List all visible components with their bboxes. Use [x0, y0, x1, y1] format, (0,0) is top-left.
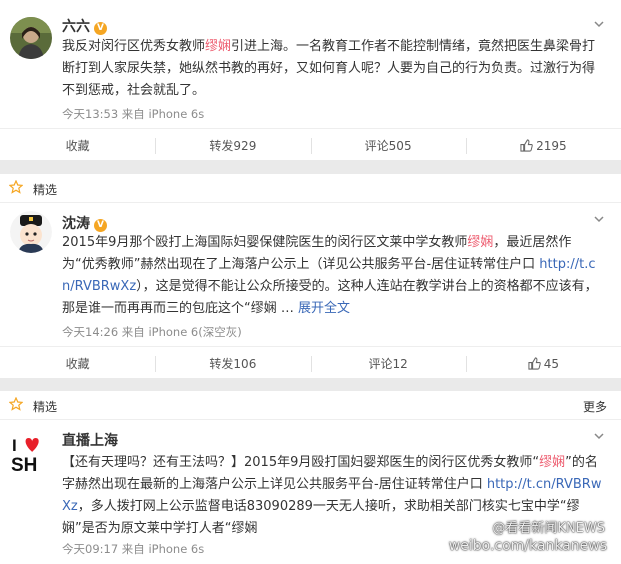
author-name-text[interactable]: 沈涛 [62, 216, 90, 232]
verified-badge-icon: V [94, 22, 107, 35]
post-text-segment: 2015年9月那个殴打上海国际妇婴保健院医生的闵行区文莱中学女教师 [62, 235, 468, 250]
author-name-text[interactable]: 直播上海 [62, 433, 118, 449]
highlighted-keyword[interactable]: 缪娴 [467, 235, 493, 250]
collect-button[interactable]: 收藏 [0, 129, 155, 162]
verified-badge-icon: V [94, 219, 107, 232]
post-text-segment: 【还有天理吗？还有王法吗？】2015年9月殴打国妇婴郑医生的闵行区优秀女教师“ [62, 455, 540, 470]
post-meta: 今天09:17 来自 iPhone 6s [62, 542, 205, 556]
collect-label: 收藏 [65, 357, 90, 371]
like-count: 2195 [536, 138, 567, 153]
post-text-segment: 我反对闵行区优秀女教师 [62, 39, 206, 54]
post-meta: 今天13:53 来自 iPhone 6s [62, 107, 205, 121]
watermark-handle: @看看新闻KNEWS [492, 521, 605, 536]
highlighted-keyword[interactable]: 缪娴 [539, 455, 565, 470]
post-actions: 收藏 转发106 评论12 45 [0, 346, 621, 380]
author-name-text[interactable]: 六六 [62, 19, 90, 35]
post-actions: 收藏 转发929 评论505 2195 [0, 128, 621, 162]
repost-label: 转发929 [209, 139, 257, 153]
author-name[interactable]: 六六 V [62, 16, 107, 36]
comment-label: 评论505 [364, 139, 412, 153]
comment-button[interactable]: 评论505 [310, 129, 466, 162]
i-love-sh-logo: I SH [11, 436, 39, 474]
featured-tag-bar: 精选 更多 [0, 391, 621, 420]
collect-button[interactable]: 收藏 [0, 347, 155, 380]
chevron-down-icon[interactable] [593, 18, 605, 30]
avatar[interactable] [10, 211, 52, 253]
collect-label: 收藏 [65, 139, 90, 153]
star-icon [9, 180, 23, 194]
author-name[interactable]: 直播上海 [62, 430, 118, 450]
like-count: 45 [543, 356, 560, 371]
comment-button[interactable]: 评论12 [310, 347, 466, 380]
repost-label: 转发106 [209, 357, 257, 371]
featured-label: 精选 [33, 400, 58, 414]
avatar[interactable]: I SH [10, 432, 52, 474]
repost-button[interactable]: 转发929 [155, 129, 310, 162]
post-card-1: 六六 V 我反对闵行区优秀女教师缪娴引进上海。一名教育工作者不能控制情绪，竟然把医… [0, 0, 621, 160]
comment-label: 评论12 [368, 357, 408, 371]
chevron-down-icon[interactable] [593, 430, 605, 442]
avatar[interactable] [10, 17, 52, 59]
featured-tag-bar: 精选 [0, 174, 621, 203]
post-text: 我反对闵行区优秀女教师缪娴引进上海。一名教育工作者不能控制情绪，竟然把医生鼻梁骨… [62, 36, 603, 102]
watermark-url: weibo.com/kankanews [448, 538, 607, 554]
svg-text:I: I [12, 436, 17, 455]
star-icon [9, 397, 23, 411]
chevron-down-icon[interactable] [593, 213, 605, 225]
repost-button[interactable]: 转发106 [155, 347, 310, 380]
post-card-2: 沈涛 V 2015年9月那个殴打上海国际妇婴保健院医生的闵行区文莱中学女教师缪娴，… [0, 203, 621, 378]
thumbs-up-icon [520, 139, 533, 152]
post-link[interactable]: 展开全文 [298, 301, 350, 316]
more-link[interactable]: 更多 [583, 398, 607, 415]
featured-label: 精选 [33, 183, 58, 197]
post-meta: 今天14:26 来自 iPhone 6(深空灰) [62, 325, 242, 339]
post-text: 2015年9月那个殴打上海国际妇婴保健院医生的闵行区文莱中学女教师缪娴，最近居然… [62, 232, 603, 320]
like-button[interactable]: 2195 [465, 129, 621, 162]
highlighted-keyword[interactable]: 缪娴 [205, 39, 231, 54]
thumbs-up-icon [528, 357, 541, 370]
svg-text:SH: SH [11, 455, 37, 474]
author-name[interactable]: 沈涛 V [62, 213, 107, 233]
like-button[interactable]: 45 [465, 347, 621, 380]
